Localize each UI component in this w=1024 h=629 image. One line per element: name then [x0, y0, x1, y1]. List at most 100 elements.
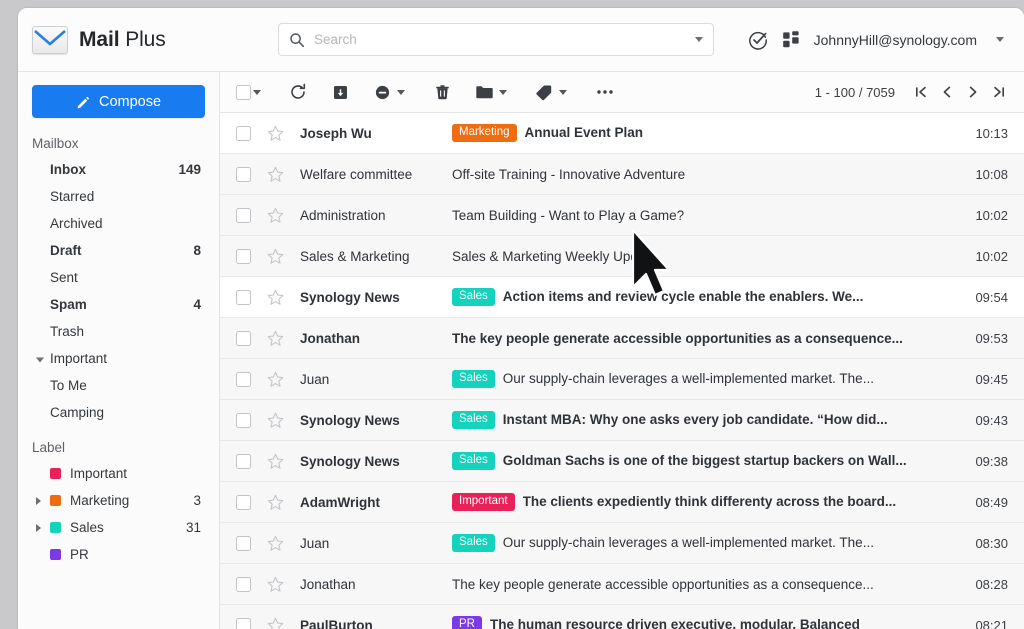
sidebar-label-sales[interactable]: Sales 31 [18, 514, 219, 541]
star-icon[interactable] [267, 330, 284, 347]
star-icon[interactable] [267, 289, 284, 306]
sidebar-label-important[interactable]: Important [18, 460, 219, 487]
table-row[interactable]: Administration Team Building - Want to Pl… [220, 195, 1024, 236]
email-time: 08:49 [975, 494, 1008, 510]
previous-page-button[interactable] [935, 80, 958, 104]
table-row[interactable]: Joseph Wu Marketing Annual Event Plan 10:13 [220, 113, 1024, 154]
label-button[interactable] [531, 79, 557, 105]
sidebar-item-starred[interactable]: Starred [18, 183, 219, 210]
spam-button[interactable] [369, 79, 395, 105]
grid-apps-icon[interactable] [781, 30, 801, 50]
refresh-button[interactable] [285, 79, 311, 105]
email-tag-badge: Marketing [452, 123, 517, 143]
star-icon[interactable] [267, 535, 284, 552]
sidebar-item-inbox[interactable]: Inbox 149 [18, 156, 219, 183]
app-title: Mail Plus [79, 28, 166, 52]
account-chevron-down-icon[interactable] [996, 37, 1004, 42]
next-page-button[interactable] [961, 80, 984, 104]
row-select-checkbox[interactable] [236, 289, 251, 305]
spam-chevron-down-icon[interactable] [397, 89, 405, 95]
select-all-checkbox[interactable] [236, 84, 251, 100]
table-row[interactable]: Juan Sales Our supply-chain leverages a we… [220, 359, 1024, 400]
star-icon[interactable] [267, 125, 284, 142]
star-icon[interactable] [267, 494, 284, 511]
expander-caret-right-icon[interactable] [36, 523, 41, 532]
sidebar-item-archived[interactable]: Archived [18, 210, 219, 237]
table-row[interactable]: Synology News Sales Goldman Sachs is one o… [220, 441, 1024, 482]
more-button[interactable] [592, 79, 618, 105]
search-filter-chevron-down-icon[interactable] [695, 37, 703, 42]
email-sender: Juan [300, 371, 330, 387]
table-row[interactable]: Jonathan The key people generate accessib… [220, 318, 1024, 359]
sidebar-label-pr[interactable]: PR [18, 541, 219, 568]
sidebar-item-camping[interactable]: Camping [18, 399, 219, 426]
sidebar-label-count: 3 [193, 493, 201, 508]
delete-button[interactable] [429, 79, 455, 105]
star-icon[interactable] [267, 371, 284, 388]
move-to-chevron-down-icon[interactable] [499, 89, 507, 95]
row-select-checkbox[interactable] [236, 371, 251, 387]
label-chevron-down-icon[interactable] [559, 89, 567, 95]
move-to-button[interactable] [471, 79, 497, 105]
label-color-swatch [50, 468, 61, 479]
select-all-group [236, 84, 269, 100]
table-row[interactable]: Sales & Marketing Sales & Marketing Weekl… [220, 236, 1024, 277]
star-icon[interactable] [267, 207, 284, 224]
star-icon[interactable] [267, 412, 284, 429]
label-color-swatch [50, 495, 61, 506]
sidebar-item-important[interactable]: Important [18, 345, 219, 372]
table-row[interactable]: PaulBurton PR The human resource driven ex… [220, 605, 1024, 629]
row-select-checkbox[interactable] [236, 453, 251, 469]
email-subject-cell: Sales & Marketing Weekly Update [452, 249, 961, 264]
row-select-checkbox[interactable] [236, 330, 251, 346]
email-subject: The key people generate accessible oppor… [452, 576, 874, 592]
row-select-checkbox[interactable] [236, 494, 251, 510]
sidebar-item-draft[interactable]: Draft 8 [18, 237, 219, 264]
star-icon[interactable] [267, 453, 284, 470]
star-icon[interactable] [267, 576, 284, 593]
star-icon[interactable] [267, 166, 284, 183]
account-email[interactable]: JohnnyHill@synology.com [814, 32, 977, 48]
sidebar-item-sent[interactable]: Sent [18, 264, 219, 291]
table-row[interactable]: Welfare committee Off-site Training - Inn… [220, 154, 1024, 195]
table-row[interactable]: Synology News Sales Instant MBA: Why one a… [220, 400, 1024, 441]
sidebar-item-trash[interactable]: Trash [18, 318, 219, 345]
row-select-checkbox[interactable] [236, 207, 251, 223]
star-icon[interactable] [267, 617, 284, 629]
email-sender: Sales & Marketing [300, 248, 410, 264]
search-box[interactable] [278, 23, 714, 56]
sidebar-item-spam[interactable]: Spam 4 [18, 291, 219, 318]
select-all-chevron-down-icon[interactable] [253, 89, 261, 95]
trash-icon [435, 84, 449, 99]
archive-button[interactable] [327, 79, 353, 105]
tag-icon [536, 84, 552, 100]
last-page-button[interactable] [987, 80, 1010, 104]
row-select-checkbox[interactable] [236, 248, 251, 264]
compose-button[interactable]: Compose [32, 85, 205, 118]
last-page-icon [993, 86, 1004, 98]
row-select-checkbox[interactable] [236, 125, 251, 141]
email-subject-cell: Sales Our supply-chain leverages a well-i… [452, 533, 961, 553]
row-select-checkbox[interactable] [236, 576, 251, 592]
table-row[interactable]: Juan Sales Our supply-chain leverages a we… [220, 523, 1024, 564]
row-select-checkbox[interactable] [236, 617, 251, 629]
table-row[interactable]: AdamWright Important The clients expedient… [220, 482, 1024, 523]
sidebar-label-marketing[interactable]: Marketing 3 [18, 487, 219, 514]
first-page-button[interactable] [909, 80, 932, 104]
row-select-checkbox[interactable] [236, 166, 251, 182]
label-color-swatch [50, 549, 61, 560]
star-icon[interactable] [267, 248, 284, 265]
pagination-range: 1 - 100 / 7059 [814, 84, 895, 100]
email-tag-badge: Sales [452, 369, 495, 389]
table-row[interactable]: Synology News Sales Action items and revie… [220, 277, 1024, 318]
expander-caret-right-icon[interactable] [36, 496, 41, 505]
search-input[interactable] [314, 32, 689, 47]
check-circle-icon[interactable] [748, 30, 768, 50]
email-subject-cell: The key people generate accessible oppor… [452, 331, 961, 346]
table-row[interactable]: Jonathan The key people generate accessib… [220, 564, 1024, 605]
row-select-checkbox[interactable] [236, 535, 251, 551]
pagination: 1 - 100 / 7059 [815, 80, 1010, 104]
row-select-checkbox[interactable] [236, 412, 251, 428]
sidebar-item-to-me[interactable]: To Me [18, 372, 219, 399]
expander-caret-down-icon[interactable] [36, 357, 44, 362]
